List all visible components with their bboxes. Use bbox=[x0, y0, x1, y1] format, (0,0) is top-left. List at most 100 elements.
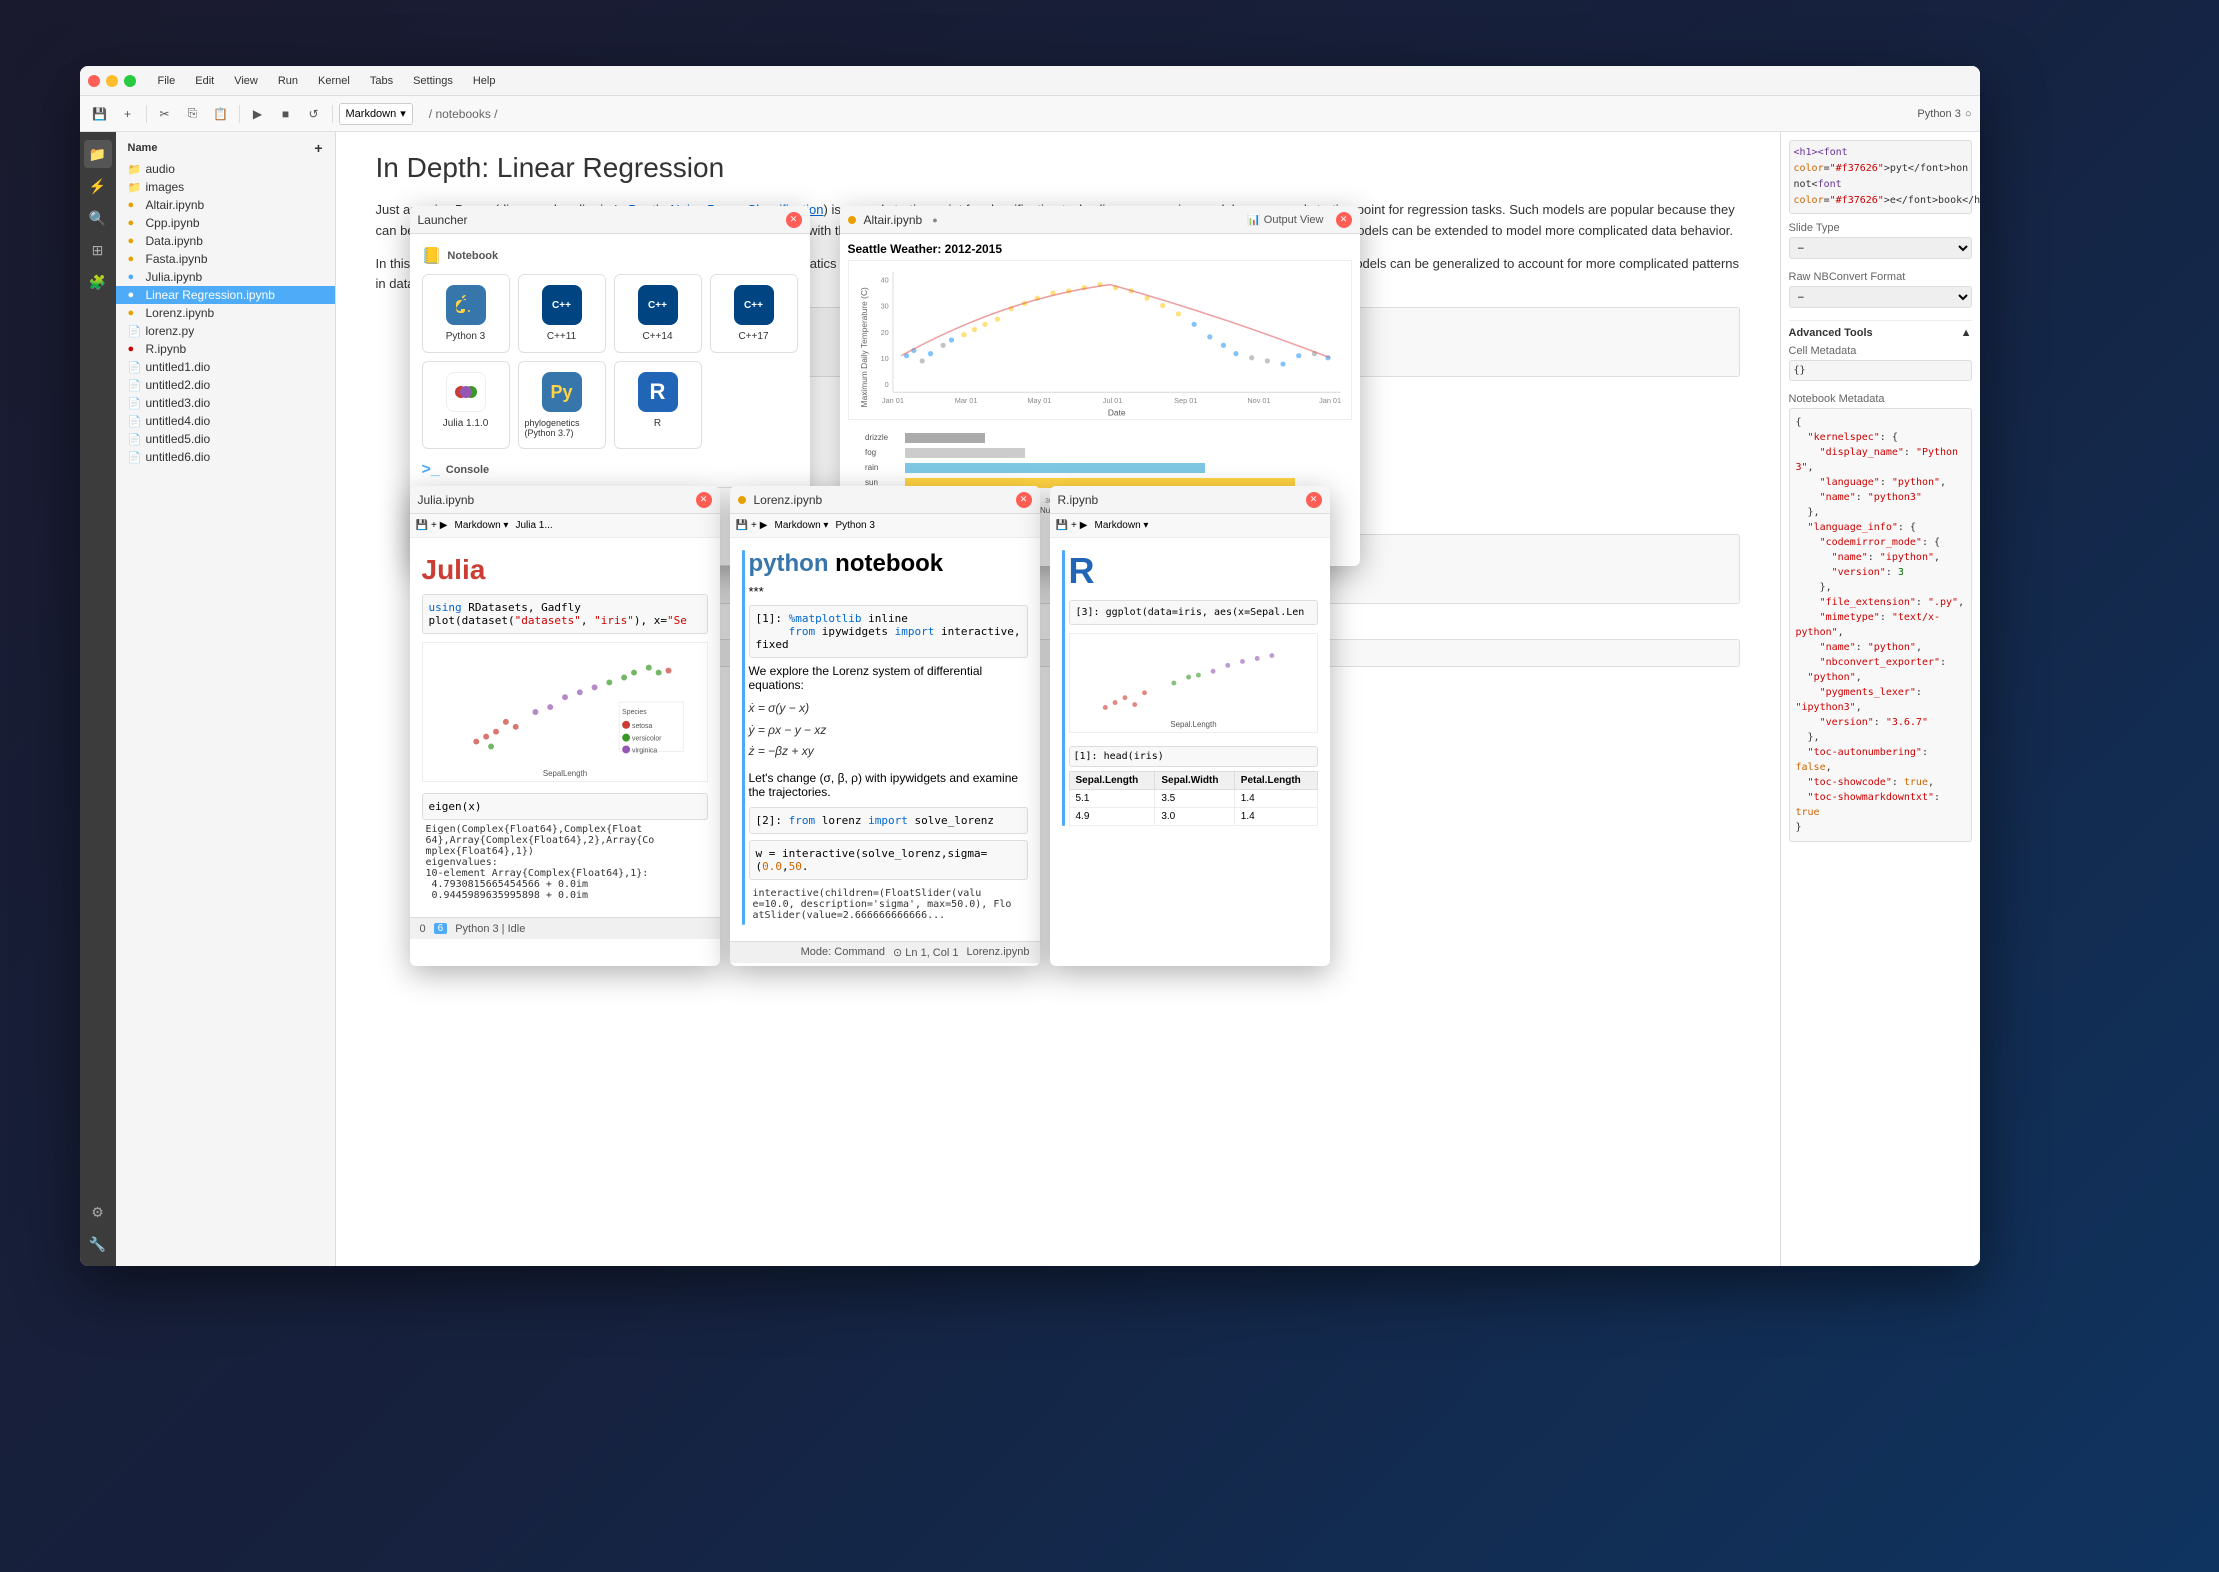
r-heading: R bbox=[1069, 550, 1318, 592]
sidebar-item-untitled3[interactable]: 📄 untitled3.dio bbox=[116, 394, 335, 412]
menu-view[interactable]: View bbox=[226, 73, 266, 89]
launcher-phylo[interactable]: Py phylogenetics (Python 3.7) bbox=[518, 361, 606, 449]
lorenz-code-import2[interactable]: [2]: from lorenz import solve_lorenz bbox=[749, 807, 1028, 834]
save-button[interactable]: 💾 bbox=[88, 102, 112, 126]
julia-code-1[interactable]: using RDatasets, Gadfly plot(dataset("da… bbox=[422, 594, 708, 634]
launcher-python3[interactable]: Python 3 bbox=[422, 274, 510, 353]
sidebar-item-untitled1[interactable]: 📄 untitled1.dio bbox=[116, 358, 335, 376]
svg-text:0: 0 bbox=[884, 380, 888, 389]
add-cell-button[interactable]: + bbox=[116, 102, 140, 126]
sidebar-item-r[interactable]: ● R.ipynb bbox=[116, 340, 335, 358]
sidebar-item-untitled2[interactable]: 📄 untitled2.dio bbox=[116, 376, 335, 394]
advanced-tools-toggle[interactable]: ▲ bbox=[1961, 327, 1972, 339]
lorenz-close-button[interactable]: ✕ bbox=[1016, 492, 1032, 508]
menu-tabs[interactable]: Tabs bbox=[362, 73, 401, 89]
menu-settings[interactable]: Settings bbox=[405, 73, 461, 89]
julia-cell-type[interactable]: Markdown ▾ bbox=[455, 520, 509, 531]
sidebar-item-lorenz-py[interactable]: 📄 lorenz.py bbox=[116, 322, 335, 340]
lorenz-cell-type[interactable]: Markdown ▾ bbox=[775, 520, 829, 531]
file-icon: 📄 bbox=[128, 397, 142, 410]
lorenz-toolbar-save[interactable]: 💾 bbox=[736, 520, 748, 531]
sidebar-item-untitled5[interactable]: 📄 untitled5.dio bbox=[116, 430, 335, 448]
r-close-button[interactable]: ✕ bbox=[1306, 492, 1322, 508]
julia-content: Julia using RDatasets, Gadfly plot(datas… bbox=[410, 538, 720, 917]
svg-text:Species: Species bbox=[622, 709, 647, 716]
slide-type-select[interactable]: – bbox=[1789, 237, 1972, 259]
sidebar-item-untitled6[interactable]: 📄 untitled6.dio bbox=[116, 448, 335, 466]
sidebar-item-altair[interactable]: ● Altair.ipynb bbox=[116, 196, 335, 214]
lorenz-code-import[interactable]: [1]: %matplotlib inline from ipywidgets … bbox=[749, 605, 1028, 658]
sidebar-item-data[interactable]: ● Data.ipynb bbox=[116, 232, 335, 250]
sidebar-item-fasta[interactable]: ● Fasta.ipynb bbox=[116, 250, 335, 268]
svg-text:Jul 01: Jul 01 bbox=[1102, 396, 1122, 405]
close-button[interactable] bbox=[88, 75, 100, 87]
menu-run[interactable]: Run bbox=[270, 73, 306, 89]
svg-text:setosa: setosa bbox=[632, 723, 652, 730]
r-code-ggplot[interactable]: [3]: ggplot(data=iris, aes(x=Sepal.Len bbox=[1069, 600, 1318, 625]
maximize-button[interactable] bbox=[124, 75, 136, 87]
cpp17-icon: C++ bbox=[734, 285, 774, 325]
tabs-icon[interactable]: ⊞ bbox=[84, 236, 112, 264]
new-file-button[interactable]: + bbox=[314, 140, 322, 156]
sidebar-item-audio[interactable]: 📁 audio bbox=[116, 160, 335, 178]
lorenz-code-widget[interactable]: w = interactive(solve_lorenz,sigma=(0.0,… bbox=[749, 840, 1028, 880]
run-button[interactable]: ▶ bbox=[246, 102, 270, 126]
julia-toolbar-save[interactable]: 💾 bbox=[416, 520, 428, 531]
r-toolbar-run[interactable]: ▶ bbox=[1080, 520, 1088, 531]
svg-text:rain: rain bbox=[865, 463, 878, 472]
sidebar-item-lorenz[interactable]: ● Lorenz.ipynb bbox=[116, 304, 335, 322]
restart-button[interactable]: ↺ bbox=[302, 102, 326, 126]
r-cell-type[interactable]: Markdown ▾ bbox=[1095, 520, 1149, 531]
commands-icon[interactable]: 🔍 bbox=[84, 204, 112, 232]
r-toolbar-save[interactable]: 💾 bbox=[1056, 520, 1068, 531]
raw-nbconvert-label: Raw NBConvert Format bbox=[1789, 271, 1972, 283]
altair-title: Altair.ipynb bbox=[864, 213, 923, 227]
running-icon[interactable]: ⚡ bbox=[84, 172, 112, 200]
sidebar-item-cpp[interactable]: ● Cpp.ipynb bbox=[116, 214, 335, 232]
launcher-cpp11[interactable]: C++ C++11 bbox=[518, 274, 606, 353]
menu-edit[interactable]: Edit bbox=[187, 73, 222, 89]
r-head-call[interactable]: [1]: head(iris) bbox=[1069, 746, 1318, 767]
raw-nbconvert-select[interactable]: – bbox=[1789, 286, 1972, 308]
tools-icon[interactable]: 🔧 bbox=[84, 1230, 112, 1258]
r-toolbar-add[interactable]: + bbox=[1071, 520, 1077, 531]
menu-file[interactable]: File bbox=[150, 73, 184, 89]
cut-button[interactable]: ✂ bbox=[153, 102, 177, 126]
julia-toolbar-add[interactable]: + bbox=[431, 520, 437, 531]
settings-icon[interactable]: ⚙ bbox=[84, 1198, 112, 1226]
launcher-titlebar: Launcher ✕ bbox=[410, 206, 810, 234]
notebook-metadata-value[interactable]: { "kernelspec": { "display_name": "Pytho… bbox=[1789, 408, 1972, 842]
sidebar-item-linear-regression[interactable]: ● Linear Regression.ipynb bbox=[116, 286, 335, 304]
julia-close-button[interactable]: ✕ bbox=[696, 492, 712, 508]
extensions-icon[interactable]: 🧩 bbox=[84, 268, 112, 296]
files-icon[interactable]: 📁 bbox=[84, 140, 112, 168]
launcher-close-button[interactable]: ✕ bbox=[786, 212, 802, 228]
lorenz-toolbar-run[interactable]: ▶ bbox=[760, 520, 768, 531]
r-toolbar: 💾 + ▶ Markdown ▾ bbox=[1050, 514, 1330, 538]
file-icon: 📄 bbox=[128, 379, 142, 392]
julia-eigen-output: Eigen(Complex{Float64},Complex{Float 64}… bbox=[422, 820, 708, 905]
julia-code-eigen[interactable]: eigen(x) bbox=[422, 793, 708, 820]
lorenz-toolbar-add[interactable]: + bbox=[751, 520, 757, 531]
paste-button[interactable]: 📋 bbox=[209, 102, 233, 126]
launcher-cpp14[interactable]: C++ C++14 bbox=[614, 274, 702, 353]
launcher-cpp17[interactable]: C++ C++17 bbox=[710, 274, 798, 353]
sidebar-item-images[interactable]: 📁 images bbox=[116, 178, 335, 196]
altair-close-button[interactable]: ✕ bbox=[1336, 212, 1352, 228]
sidebar-item-untitled4[interactable]: 📄 untitled4.dio bbox=[116, 412, 335, 430]
menu-help[interactable]: Help bbox=[465, 73, 504, 89]
output-view-label: 📊 Output View bbox=[1247, 213, 1323, 226]
sidebar-item-julia[interactable]: ● Julia.ipynb bbox=[116, 268, 335, 286]
copy-button[interactable]: ⎘ bbox=[181, 102, 205, 126]
cell-type-dropdown[interactable]: Markdown ▾ bbox=[339, 103, 413, 125]
notebook-section-title: 📒 Notebook bbox=[422, 246, 798, 266]
launcher-julia[interactable]: Julia 1.1.0 bbox=[422, 361, 510, 449]
svg-text:Mar 01: Mar 01 bbox=[954, 396, 977, 405]
stop-button[interactable]: ■ bbox=[274, 102, 298, 126]
window-controls bbox=[88, 75, 136, 87]
menu-kernel[interactable]: Kernel bbox=[310, 73, 358, 89]
launcher-r[interactable]: R R bbox=[614, 361, 702, 449]
svg-text:virginica: virginica bbox=[632, 747, 657, 754]
julia-toolbar-run[interactable]: ▶ bbox=[440, 520, 448, 531]
minimize-button[interactable] bbox=[106, 75, 118, 87]
